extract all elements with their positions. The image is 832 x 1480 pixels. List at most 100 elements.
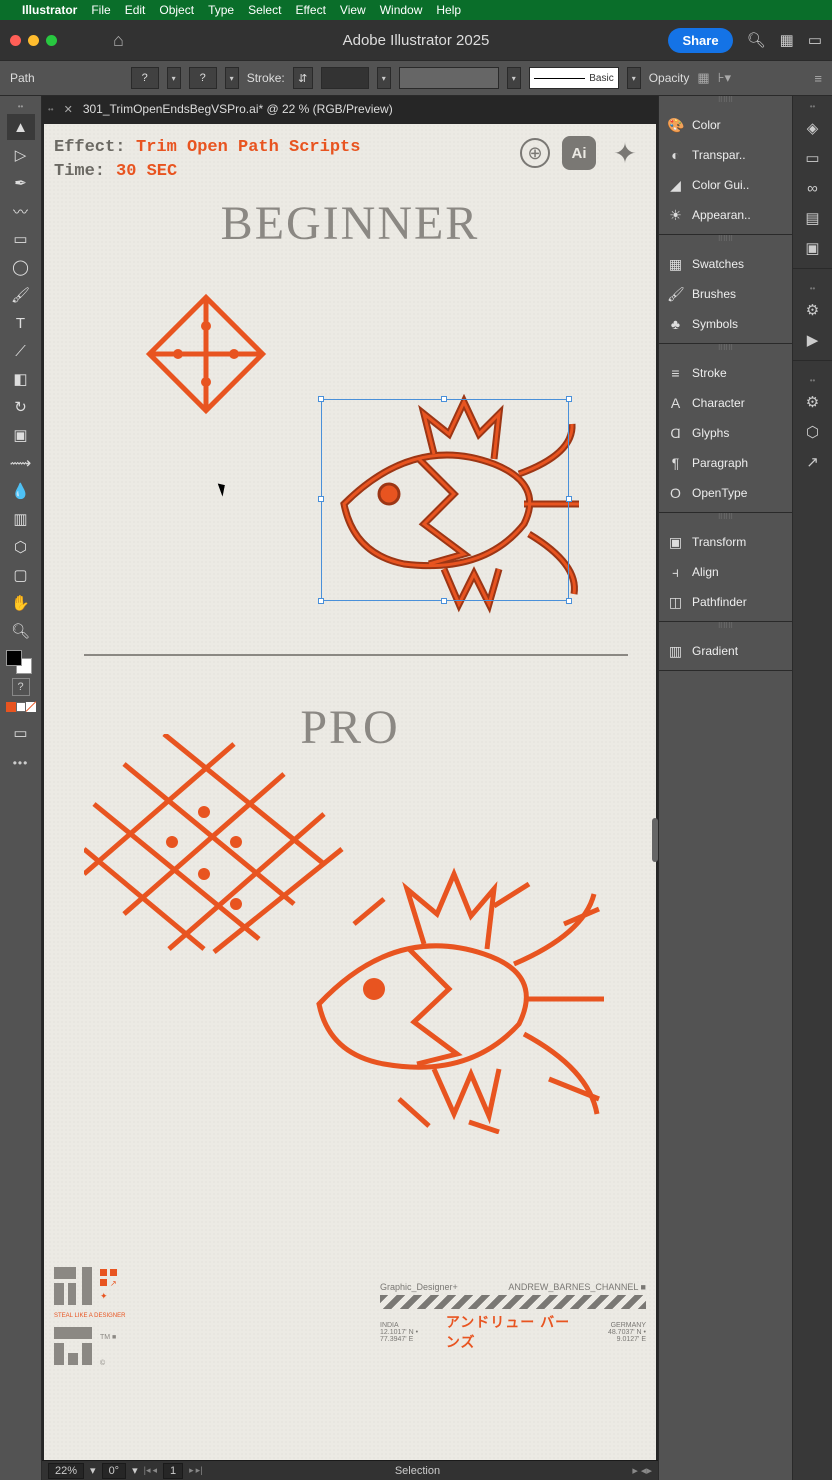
workspace-icon[interactable]: ▭: [808, 31, 822, 49]
panel-stroke[interactable]: ≡Stroke: [659, 358, 792, 388]
stroke-weight-field[interactable]: [321, 67, 369, 89]
fill-swatch[interactable]: ?: [131, 67, 159, 89]
unknown-tool[interactable]: ?: [12, 678, 30, 696]
screen-mode-tool[interactable]: ▭: [7, 720, 35, 746]
artboard-tool[interactable]: ▢: [7, 562, 35, 588]
stroke-weight-stepper[interactable]: ⇵: [293, 67, 313, 89]
menu-select[interactable]: Select: [248, 3, 281, 17]
fill-dropdown[interactable]: ▾: [167, 67, 181, 89]
panel-grip-icon[interactable]: ⠿⠿⠿: [659, 513, 792, 523]
share-button[interactable]: Share: [668, 28, 732, 53]
search-icon[interactable]: 🔍︎: [747, 31, 766, 49]
panel-color-guide[interactable]: ◢Color Gui..: [659, 170, 792, 200]
selection-tool[interactable]: ▲: [7, 114, 35, 140]
panel-grip-icon[interactable]: ⠿⠿⠿: [659, 235, 792, 245]
menu-view[interactable]: View: [340, 3, 366, 17]
stroke-color-swatch[interactable]: ?: [189, 67, 217, 89]
opacity-label[interactable]: Opacity: [649, 71, 690, 85]
panel-brushes[interactable]: 🖌Brushes: [659, 279, 792, 309]
art-beginner-diamond[interactable]: [136, 284, 276, 424]
stroke-weight-dropdown[interactable]: ▾: [377, 67, 391, 89]
zoom-dropdown-icon[interactable]: ▾: [90, 1464, 96, 1477]
arrange-panels-icon[interactable]: ▦: [780, 31, 794, 49]
panel-align[interactable]: ⫞Align: [659, 557, 792, 587]
hand-tool[interactable]: ✋: [7, 590, 35, 616]
paintbrush-tool[interactable]: 🖌: [7, 282, 35, 308]
panel-gradient[interactable]: ▥Gradient: [659, 636, 792, 666]
panel-appearance[interactable]: ☀Appearan..: [659, 200, 792, 230]
artboard-field[interactable]: 1: [163, 1463, 183, 1479]
panel-character[interactable]: ACharacter: [659, 388, 792, 418]
artboards-icon[interactable]: ▭: [799, 144, 827, 172]
asset-export-icon[interactable]: ▤: [799, 204, 827, 232]
menu-file[interactable]: File: [91, 3, 110, 17]
var-width-profile[interactable]: [399, 67, 499, 89]
close-tab-icon[interactable]: ✕: [64, 103, 73, 116]
more-tools-icon[interactable]: •••: [13, 756, 29, 770]
maximize-window[interactable]: [46, 35, 57, 46]
color-mode-swatches[interactable]: [6, 702, 36, 712]
width-tool[interactable]: ⟿: [7, 450, 35, 476]
layers-icon[interactable]: ◈: [799, 114, 827, 142]
curvature-tool[interactable]: 〰: [7, 198, 35, 224]
selection-bounding-box[interactable]: [321, 399, 569, 601]
panel-grip-icon[interactable]: ••: [18, 102, 24, 112]
panel-pathfinder[interactable]: ◫Pathfinder: [659, 587, 792, 617]
export-icon[interactable]: ↗: [799, 448, 827, 476]
eraser-tool[interactable]: ◧: [7, 366, 35, 392]
shape-icon[interactable]: ⊦▾: [718, 70, 731, 86]
brush-dropdown[interactable]: ▾: [627, 67, 641, 89]
menu-object[interactable]: Object: [159, 3, 194, 17]
direct-selection-tool[interactable]: ▷: [7, 142, 35, 168]
gradient-tool[interactable]: ▥: [7, 506, 35, 532]
line-tool[interactable]: ⟋: [7, 338, 35, 364]
panel-transparency[interactable]: ◐Transpar..: [659, 140, 792, 170]
panel-grip-icon[interactable]: ⠿⠿⠿: [659, 622, 792, 632]
stroke-color-dropdown[interactable]: ▾: [225, 67, 239, 89]
brush-definition[interactable]: Basic: [529, 67, 619, 89]
panel-grip-icon[interactable]: ••: [810, 376, 816, 386]
panel-symbols[interactable]: ♣Symbols: [659, 309, 792, 339]
menu-window[interactable]: Window: [380, 3, 423, 17]
css-icon[interactable]: ⚙: [799, 388, 827, 416]
canvas[interactable]: Effect: Trim Open Path Scripts Time: 30 …: [44, 124, 656, 1460]
menu-edit[interactable]: Edit: [125, 3, 146, 17]
menu-effect[interactable]: Effect: [295, 3, 325, 17]
document-tab[interactable]: •• ✕ 301_TrimOpenEndsBegVSPro.ai* @ 22 %…: [42, 96, 658, 122]
pen-tool[interactable]: ✒: [7, 170, 35, 196]
fill-stroke-indicator[interactable]: [6, 650, 36, 676]
align-icon[interactable]: ▦: [697, 70, 709, 86]
3d-icon[interactable]: ⬡: [799, 418, 827, 446]
properties-icon[interactable]: ⚙: [799, 296, 827, 324]
home-icon[interactable]: ⌂: [113, 30, 124, 51]
var-width-dropdown[interactable]: ▾: [507, 67, 521, 89]
panel-paragraph[interactable]: ¶Paragraph: [659, 448, 792, 478]
menu-type[interactable]: Type: [208, 3, 234, 17]
zoom-tool[interactable]: 🔍︎: [7, 618, 35, 644]
panel-transform[interactable]: ▣Transform: [659, 527, 792, 557]
shape-builder-tool[interactable]: ⬡: [7, 534, 35, 560]
menu-help[interactable]: Help: [436, 3, 461, 17]
panel-grip-icon[interactable]: ⠿⠿⠿: [659, 96, 792, 106]
panel-color[interactable]: 🎨Color: [659, 110, 792, 140]
type-tool[interactable]: T: [7, 310, 35, 336]
panel-grip-icon[interactable]: ••: [810, 102, 816, 112]
rotate-field[interactable]: 0°: [102, 1463, 127, 1479]
rotate-dropdown-icon[interactable]: ▾: [132, 1464, 138, 1477]
rotate-tool[interactable]: ↻: [7, 394, 35, 420]
libraries-icon[interactable]: ▣: [799, 234, 827, 262]
artboard-nav[interactable]: |◂◂: [144, 1465, 157, 1476]
links-icon[interactable]: ∞: [799, 174, 827, 202]
minimize-window[interactable]: [28, 35, 39, 46]
panel-opentype[interactable]: OOpenType: [659, 478, 792, 508]
zoom-field[interactable]: 22%: [48, 1463, 84, 1479]
status-end-icon[interactable]: ▸ ◂▸: [632, 1464, 652, 1477]
artboard-nav-next[interactable]: ▸▸|: [189, 1465, 202, 1476]
panel-grip-icon[interactable]: ••: [810, 284, 816, 294]
close-window[interactable]: [10, 35, 21, 46]
art-pro-fish[interactable]: [299, 864, 609, 1134]
pane-resize-handle[interactable]: [652, 818, 658, 862]
panel-swatches[interactable]: ▦Swatches: [659, 249, 792, 279]
eyedropper-tool[interactable]: 💧: [7, 478, 35, 504]
panel-grip-icon[interactable]: ⠿⠿⠿: [659, 344, 792, 354]
